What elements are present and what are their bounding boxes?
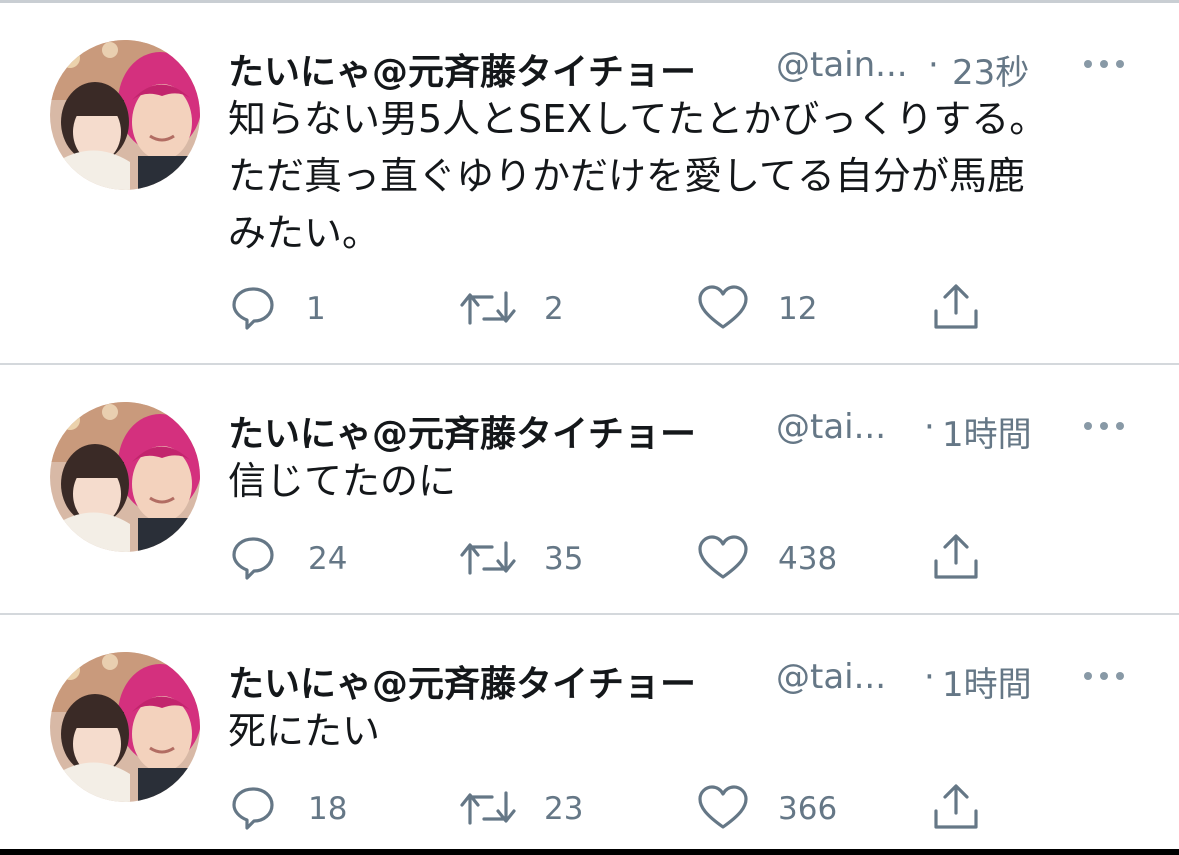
- tweet-header: たいにゃ@元斉藤タイチョー @tai... · 1時間: [228, 653, 1128, 705]
- separator-dot: ·: [924, 407, 935, 447]
- more-icon[interactable]: [1080, 49, 1128, 79]
- more-icon[interactable]: [1080, 411, 1128, 441]
- avatar[interactable]: [50, 402, 200, 552]
- avatar[interactable]: [50, 652, 200, 802]
- handle[interactable]: @tai...: [776, 407, 886, 447]
- tweet-actions: 18 23 366: [228, 783, 1028, 833]
- display-name[interactable]: たいにゃ@元斉藤タイチョー: [228, 43, 696, 95]
- avatar[interactable]: [50, 40, 200, 190]
- like-count: 438: [778, 541, 838, 577]
- display-name[interactable]: たいにゃ@元斉藤タイチョー: [228, 655, 696, 707]
- timestamp[interactable]: 1時間: [942, 407, 1032, 456]
- tweet[interactable]: たいにゃ@元斉藤タイチョー @tai... · 1時間 死にたい 18 23 3…: [0, 615, 1179, 849]
- reply-count: 1: [306, 291, 326, 327]
- reply-count: 24: [308, 541, 348, 577]
- tweet[interactable]: たいにゃ@元斉藤タイチョー @tain... · 23秒 知らない男5人とSEX…: [0, 3, 1179, 365]
- separator-dot: ·: [924, 657, 935, 697]
- tweet-header: たいにゃ@元斉藤タイチョー @tai... · 1時間: [228, 403, 1128, 455]
- retweet-count: 35: [544, 541, 584, 577]
- reply-count: 18: [308, 791, 348, 827]
- tweet-text: 知らない男5人とSEXしてたとかびっくりする。 ただ真っ直ぐゆりかだけを愛してる…: [228, 97, 1048, 255]
- tweet-actions: 1 2 12: [228, 283, 1028, 333]
- like-count: 12: [778, 291, 818, 327]
- timestamp[interactable]: 1時間: [942, 657, 1032, 706]
- tweet[interactable]: たいにゃ@元斉藤タイチョー @tai... · 1時間 信じてたのに 24 35: [0, 365, 1179, 615]
- timestamp[interactable]: 23秒: [952, 45, 1029, 94]
- display-name[interactable]: たいにゃ@元斉藤タイチョー: [228, 405, 696, 457]
- retweet-count: 23: [544, 791, 584, 827]
- tweet-text: 信じてたのに: [228, 459, 457, 503]
- more-icon[interactable]: [1080, 661, 1128, 691]
- separator-dot: ·: [928, 45, 939, 85]
- handle[interactable]: @tain...: [776, 45, 908, 85]
- bottom-edge: [0, 849, 1179, 855]
- tweet-actions: 24 35 438: [228, 533, 1028, 583]
- handle[interactable]: @tai...: [776, 657, 886, 697]
- like-count: 366: [778, 791, 838, 827]
- tweet-text: 死にたい: [228, 709, 381, 753]
- tweet-header: たいにゃ@元斉藤タイチョー @tain... · 23秒: [228, 41, 1128, 93]
- retweet-count: 2: [544, 291, 564, 327]
